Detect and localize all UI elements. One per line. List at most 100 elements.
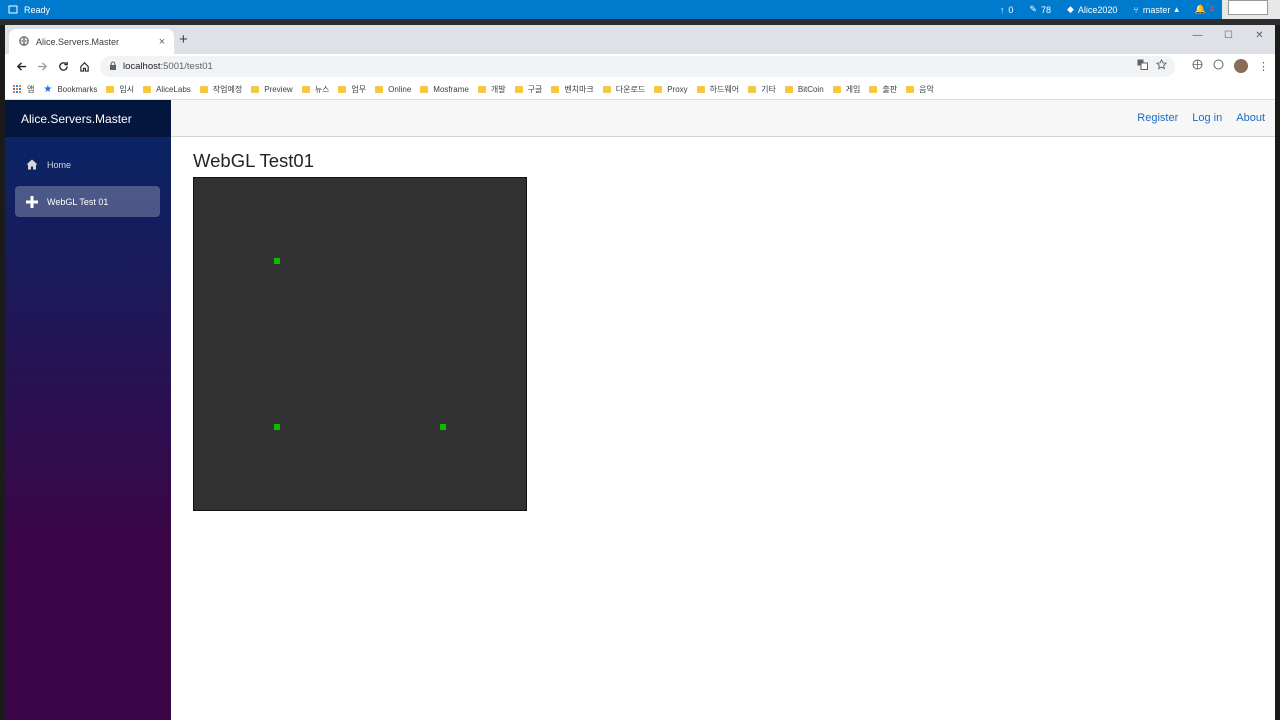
bookmark-item[interactable]: 개발	[477, 84, 506, 95]
bookmark-item[interactable]: 앱	[13, 84, 34, 95]
bookmark-item[interactable]: 작업예정	[199, 84, 242, 95]
sidebar: Alice.Servers.Master Home WebGL Test 01	[5, 100, 171, 720]
bookmark-item[interactable]: 업무	[338, 84, 366, 95]
tab-close-icon[interactable]: ×	[155, 36, 169, 48]
vs-side-panel	[1222, 0, 1280, 19]
bookmark-label: 구글	[527, 84, 543, 94]
forward-icon[interactable]	[32, 56, 53, 77]
bookmark-label: 업무	[351, 84, 367, 94]
new-tab-button[interactable]: +	[179, 32, 188, 47]
bookmark-item[interactable]: 벤치마크	[551, 84, 594, 95]
bookmark-item[interactable]: 뉴스	[301, 84, 329, 95]
web-page: Alice.Servers.Master Home WebGL Test 01 …	[5, 100, 1275, 720]
plus-icon	[25, 195, 39, 208]
bookmark-item[interactable]: 기타	[748, 84, 776, 95]
webgl-canvas[interactable]	[193, 177, 527, 511]
bookmark-item[interactable]: Preview	[251, 85, 293, 94]
extension-globe-icon[interactable]	[1192, 57, 1203, 75]
back-icon[interactable]	[11, 56, 32, 77]
push-count[interactable]: ↑ 0	[1000, 5, 1014, 15]
folder-icon	[602, 85, 611, 93]
menu-kebab-icon[interactable]: ⋮	[1258, 60, 1269, 73]
reload-icon[interactable]	[53, 56, 74, 77]
webgl-point	[440, 424, 446, 430]
globe-icon	[19, 35, 29, 48]
maximize-icon[interactable]: ☐	[1213, 25, 1244, 45]
bookmark-item[interactable]: 출판	[869, 84, 897, 95]
folder-icon	[696, 85, 705, 93]
app-brand[interactable]: Alice.Servers.Master	[5, 100, 171, 137]
bookmark-item[interactable]: AliceLabs	[143, 85, 191, 94]
bookmark-label: 기타	[761, 84, 776, 94]
folder-icon	[832, 85, 841, 93]
folder-icon	[551, 85, 560, 93]
bell-icon: 🔔	[1194, 4, 1207, 14]
minimize-icon[interactable]: —	[1182, 25, 1213, 45]
star-icon: ★	[43, 83, 53, 95]
star-bookmark-icon[interactable]	[1155, 58, 1168, 73]
folder-icon	[748, 85, 757, 93]
folder-icon	[784, 85, 793, 93]
bookmark-item[interactable]: Mosframe	[420, 85, 469, 94]
folder-icon	[251, 85, 260, 93]
window-icon	[8, 5, 18, 14]
repo-name[interactable]: ◆ Alice2020	[1067, 4, 1117, 15]
folder-icon	[375, 85, 384, 93]
extension-cc-icon[interactable]	[1213, 57, 1224, 75]
notifications[interactable]: 🔔 2	[1195, 4, 1214, 15]
profile-avatar[interactable]	[1234, 59, 1248, 73]
address-bar[interactable]: localhost:5001/test01	[100, 56, 1175, 77]
bookmark-label: 출판	[882, 84, 898, 94]
page-title: WebGL Test01	[193, 150, 315, 171]
sidebar-item-home[interactable]: Home	[15, 149, 160, 180]
folder-icon	[301, 85, 310, 93]
about-link[interactable]: About	[1236, 112, 1265, 124]
caret-up-icon: ▴	[1174, 4, 1179, 14]
login-link[interactable]: Log in	[1192, 112, 1222, 124]
folder-icon	[869, 85, 878, 93]
window-controls: — ☐ ✕	[1182, 25, 1275, 45]
bookmark-item[interactable]: 하드웨어	[696, 84, 740, 95]
translate-icon[interactable]	[1137, 59, 1148, 73]
bookmark-item[interactable]: 구글	[514, 84, 543, 95]
tab-strip: Alice.Servers.Master × + — ☐ ✕	[5, 25, 1275, 54]
sidebar-item-webgl-test[interactable]: WebGL Test 01	[15, 186, 160, 217]
bookmark-item[interactable]: 음악	[906, 84, 934, 95]
bookmark-label: Proxy	[667, 84, 688, 94]
folder-icon	[338, 85, 347, 93]
bookmark-label: 앱	[27, 84, 35, 94]
folder-icon	[106, 85, 115, 93]
branch-name[interactable]: ⑂ master ▴	[1133, 4, 1178, 15]
home-icon	[25, 159, 39, 170]
pencil-icon: ✎	[1029, 4, 1037, 14]
bookmark-item[interactable]: 게임	[832, 84, 860, 95]
bookmark-item[interactable]: ★ Bookmarks	[43, 84, 97, 95]
webgl-point	[274, 258, 280, 264]
folder-icon	[906, 85, 915, 93]
bookmark-label: Online	[388, 84, 412, 94]
sidebar-nav: Home WebGL Test 01	[5, 137, 171, 217]
folder-icon	[199, 85, 208, 93]
bookmark-label: BitCoin	[797, 84, 824, 94]
folder-icon	[420, 85, 429, 93]
bookmark-item[interactable]: BitCoin	[784, 84, 824, 94]
branch-icon: ⑂	[1133, 4, 1139, 15]
arrow-up-icon: ↑	[999, 4, 1005, 15]
bookmark-label: 하드웨어	[709, 84, 740, 94]
bookmark-label: Bookmarks	[57, 84, 98, 94]
bookmark-label: 다운로드	[615, 84, 646, 94]
tab-title: Alice.Servers.Master	[36, 36, 120, 47]
bookmark-item[interactable]: Online	[375, 85, 411, 94]
bookmark-item[interactable]: Proxy	[654, 84, 688, 94]
status-ready: Ready	[24, 4, 51, 15]
browser-tab[interactable]: Alice.Servers.Master ×	[9, 29, 174, 54]
folder-icon	[654, 85, 663, 93]
bookmark-item[interactable]: 임시	[106, 84, 134, 95]
home-browser-icon[interactable]	[74, 56, 95, 77]
bookmark-label: 임시	[119, 84, 135, 94]
bookmarks-bar: 앱 ★ Bookmarks 임시 AliceLabs 작업예정 Preview 뉴스 업무 Onl…	[5, 79, 1275, 100]
close-window-icon[interactable]: ✕	[1244, 25, 1275, 45]
edit-count[interactable]: ✎ 78	[1029, 4, 1051, 15]
register-link[interactable]: Register	[1137, 112, 1178, 124]
bookmark-item[interactable]: 다운로드	[602, 84, 646, 95]
